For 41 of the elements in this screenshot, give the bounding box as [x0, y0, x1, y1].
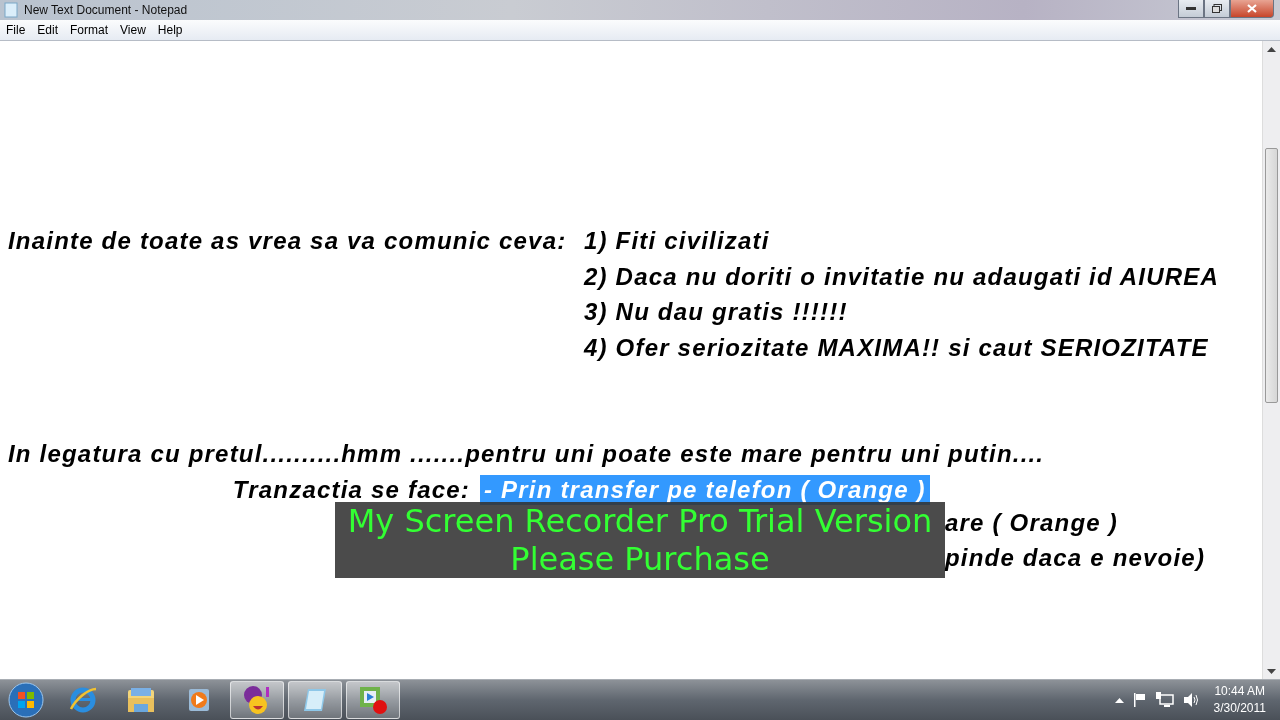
text-line: are ( Orange ) — [945, 507, 1118, 538]
taskbar-button[interactable] — [230, 681, 284, 719]
folder-icon — [126, 686, 156, 714]
taskbar-button[interactable] — [288, 681, 342, 719]
notepad-icon — [4, 2, 18, 18]
text-line: pinde daca e nevoie) — [945, 543, 1206, 573]
close-icon — [1247, 4, 1257, 13]
banner-text: My Screen Recorder Pro Trial Version — [347, 502, 933, 540]
network-icon[interactable] — [1155, 692, 1174, 708]
minimize-icon — [1186, 6, 1196, 11]
selected-text: - Prin transfer pe telefon ( Orange ) — [480, 474, 930, 505]
banner-text: Please Purchase — [510, 540, 770, 578]
scroll-thumb[interactable] — [1265, 148, 1278, 403]
text-line: Tranzactia se face: — [231, 474, 471, 505]
show-hidden-icon[interactable] — [1114, 697, 1124, 703]
restore-icon — [1212, 4, 1222, 13]
start-button[interactable] — [8, 682, 44, 718]
volume-icon[interactable] — [1182, 692, 1199, 708]
maximize-button[interactable] — [1204, 0, 1230, 18]
up-arrow-icon[interactable] — [1266, 45, 1277, 53]
window-title: New Text Document - Notepad — [24, 3, 188, 17]
taskbar-button[interactable] — [346, 681, 400, 719]
text-line: 1) Fiti civilizati — [584, 226, 771, 256]
menu-item[interactable]: View — [114, 21, 152, 39]
scrollbar[interactable] — [1262, 41, 1280, 680]
close-button[interactable] — [1230, 0, 1274, 18]
menu-item[interactable]: Edit — [31, 21, 65, 39]
minimize-button[interactable] — [1178, 0, 1204, 18]
text-line: 2) Daca nu doriti o invitatie nu adaugati id AIUREA — [584, 261, 1221, 292]
text-line: Inainte de toate as vrea sa va comunic ceva: — [7, 226, 568, 256]
menu-item[interactable]: Format — [64, 21, 115, 39]
text-line: 3) Nu dau gratis !!!!!! — [584, 297, 849, 327]
menu-item[interactable]: File — [0, 21, 32, 39]
browser-icon — [68, 685, 98, 715]
clock[interactable]: 10:44 AM 3/30/2011 — [1213, 683, 1266, 717]
text-line: In legatura cu pretul..........hmm .......pentru uni poate este mare pentru uni putin.... — [7, 439, 1046, 469]
down-arrow-icon[interactable] — [1266, 668, 1277, 676]
recorder-icon — [357, 684, 389, 716]
menu-item[interactable]: Help — [151, 21, 189, 39]
text-line: 4) Ofer seriozitate MAXIMA!! si caut SERIOZITATE — [584, 332, 1210, 363]
flag-icon[interactable] — [1132, 693, 1147, 707]
